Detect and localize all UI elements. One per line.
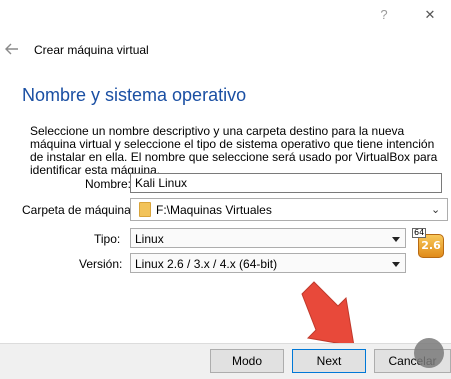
type-label: Tipo: [94, 232, 121, 246]
version-select[interactable]: Linux 2.6 / 3.x / 4.x (64-bit) [130, 253, 406, 273]
linux-os-icon: 2.6 64 [412, 228, 444, 258]
folder-selector[interactable]: F:\Maquinas Virtuales ⌄ [130, 198, 448, 221]
dialog-title: Crear máquina virtual [34, 43, 149, 57]
page-title: Nombre y sistema operativo [22, 85, 247, 105]
back-arrow-icon[interactable] [4, 40, 20, 58]
help-button[interactable]: ? [376, 5, 392, 25]
folder-value: F:\Maquinas Virtuales [156, 203, 272, 217]
button-bar: Modo experto Next Cancelar [0, 343, 451, 379]
name-input[interactable] [130, 173, 442, 193]
description-text: Seleccione un nombre descriptivo y una c… [30, 124, 438, 177]
expert-mode-button[interactable]: Modo experto [210, 349, 284, 379]
next-button[interactable]: Next [292, 349, 366, 373]
type-value: Linux [135, 232, 164, 246]
chevron-down-icon[interactable]: ⌄ [431, 203, 440, 216]
dropdown-arrow-icon [392, 262, 400, 267]
dropdown-arrow-icon [392, 237, 400, 242]
red-pointer-arrow-icon [301, 281, 355, 347]
type-select[interactable]: Linux [130, 228, 406, 248]
folder-icon [139, 202, 151, 217]
title-bar: ? ✕ [0, 0, 451, 30]
name-label: Nombre: [85, 177, 132, 191]
os-arch-badge: 64 [412, 228, 427, 238]
dialog-header: Crear máquina virtual [0, 38, 451, 62]
watermark-logo [414, 338, 444, 368]
close-button[interactable]: ✕ [420, 5, 440, 25]
version-value: Linux 2.6 / 3.x / 4.x (64-bit) [135, 257, 278, 271]
folder-label: Carpeta de máquina: [22, 203, 135, 217]
version-label: Versión: [79, 257, 123, 271]
